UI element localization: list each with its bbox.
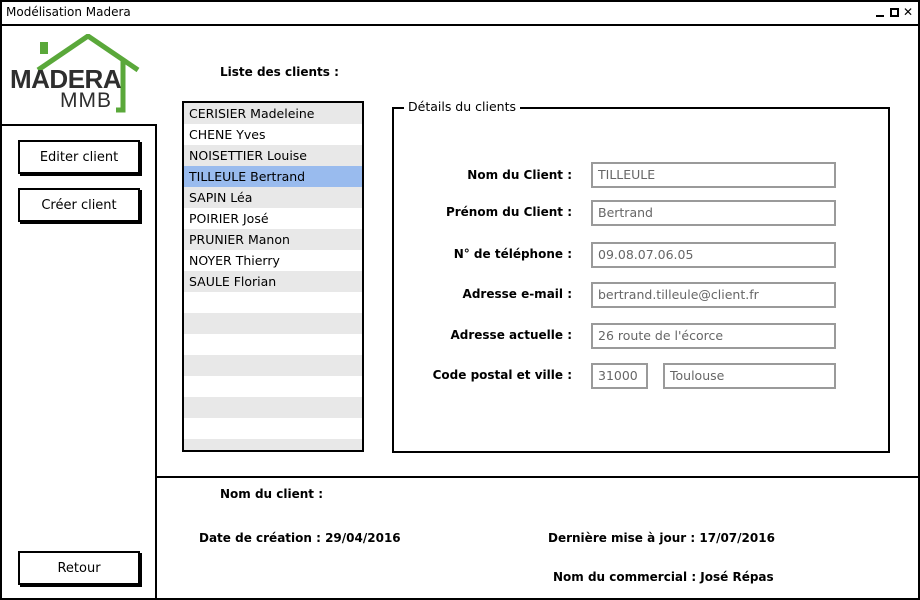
empty-list-row	[184, 334, 362, 355]
window-title: Modélisation Madera	[6, 5, 131, 19]
city-field[interactable]: Toulouse	[663, 363, 836, 389]
create-client-button[interactable]: Créer client	[18, 188, 140, 222]
client-list[interactable]: CERISIER Madeleine CHENE Yves NOISETTIER L…	[182, 101, 364, 452]
empty-list-row	[184, 397, 362, 418]
list-item[interactable]: PRUNIER Manon	[184, 229, 362, 250]
phone-field[interactable]: 09.08.07.06.05	[591, 242, 836, 268]
window-controls: ✕	[874, 3, 914, 21]
list-item[interactable]: SAPIN Léa	[184, 187, 362, 208]
madera-logo: MADERA MMB	[8, 32, 144, 116]
email-field[interactable]: bertrand.tilleule@client.fr	[591, 282, 836, 308]
postal-code-field[interactable]: 31000	[591, 363, 648, 389]
close-icon[interactable]: ✕	[902, 3, 914, 21]
last-update-info: Dernière mise à jour : 17/07/2016	[548, 531, 775, 545]
last-name-label: Nom du Client :	[467, 168, 572, 182]
empty-list-row	[184, 439, 362, 450]
app-window: Modélisation Madera ✕ MADERA MMB Editer …	[0, 0, 920, 600]
client-details-group: Détails du clients	[392, 99, 890, 453]
empty-list-row	[184, 376, 362, 397]
title-bar: Modélisation Madera ✕	[2, 2, 918, 26]
empty-list-row	[184, 292, 362, 313]
email-label: Adresse e-mail :	[462, 287, 572, 301]
empty-list-row	[184, 313, 362, 334]
edit-client-button[interactable]: Editer client	[18, 140, 140, 174]
address-field[interactable]: 26 route de l'écorce	[591, 323, 836, 349]
client-name-info: Nom du client :	[220, 487, 324, 501]
last-name-field[interactable]: TILLEULE	[591, 162, 836, 188]
list-item[interactable]: CERISIER Madeleine	[184, 103, 362, 124]
list-item[interactable]: POIRIER José	[184, 208, 362, 229]
client-list-label: Liste des clients :	[220, 65, 339, 79]
creation-date-info: Date de création : 29/04/2016	[199, 531, 401, 545]
list-item[interactable]: NOYER Thierry	[184, 250, 362, 271]
empty-list-row	[184, 418, 362, 439]
list-item[interactable]: TILLEULE Bertrand	[184, 166, 362, 187]
address-label: Adresse actuelle :	[450, 328, 572, 342]
salesperson-info: Nom du commercial : José Répas	[553, 570, 774, 584]
phone-label: N° de téléphone :	[453, 247, 572, 261]
minimize-icon[interactable]	[874, 3, 886, 21]
list-item[interactable]: NOISETTIER Louise	[184, 145, 362, 166]
maximize-icon[interactable]	[888, 3, 900, 21]
empty-list-row	[184, 355, 362, 376]
list-item[interactable]: CHENE Yves	[184, 124, 362, 145]
first-name-field[interactable]: Bertrand	[591, 200, 836, 226]
logo-subtitle: MMB	[60, 89, 112, 112]
list-item[interactable]: SAULE Florian	[184, 271, 362, 292]
postal-city-label: Code postal et ville :	[432, 368, 572, 382]
first-name-label: Prénom du Client :	[445, 205, 572, 219]
details-legend: Détails du clients	[404, 99, 520, 114]
back-button[interactable]: Retour	[18, 551, 140, 585]
